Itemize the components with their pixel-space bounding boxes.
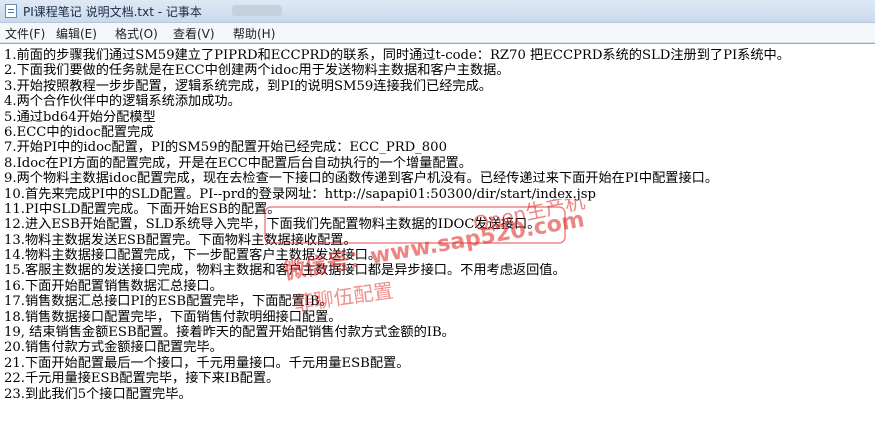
menu-bar: 文件(F) 编辑(E) 格式(O) 查看(V) 帮助(H) (0, 23, 875, 43)
text-line: 19, 结束销售金额ESB配置。接着昨天的配置开始配销售付款方式金额的IB。 (4, 325, 455, 341)
menu-file[interactable]: 文件(F) (5, 25, 45, 42)
text-line: 18.销售数据接口配置完毕，下面销售付款明细接口配置。 (4, 309, 342, 325)
text-line: 17.销售数据汇总接口PI的ESB配置完毕，下面配置IB。 (4, 294, 333, 310)
menu-format[interactable]: 格式(O) (115, 25, 158, 42)
text-line: 11.PI中SLD配置完成。下面开始ESB的配置。 (4, 201, 281, 217)
text-line: 8.Idoc在PI方面的配置完成，开是在ECC中配置后台自动执行的一个增量配置。 (4, 155, 472, 171)
text-line: 3.开始按照教程一步步配置，逻辑系统完成，到PI的说明SM59连接我们已经完成。 (4, 78, 492, 94)
text-line: 5.通过bd64开始分配模型 (4, 109, 156, 125)
text-line: 14.物料主数据接口配置完成，下一步配置客户主数据发送接口。 (4, 248, 382, 264)
text-line: 20.销售付款方式金额接口配置完毕。 (4, 340, 223, 356)
text-line: 16.下面开始配置销售数据汇总接口。 (4, 278, 223, 294)
text-line: 1.前面的步骤我们通过SM59建立了PIPRD和ECCPRD的联系，同时通过t-… (4, 48, 790, 63)
menu-view[interactable]: 查看(V) (173, 25, 215, 42)
text-line: 6.ECC中的idoc配置完成 (4, 124, 154, 140)
text-line: 21.下面开始配置最后一个接口，千元用量接口。千元用量ESB配置。 (4, 355, 410, 371)
title-bar: PI课程笔记 说明文档.txt - 记事本 (0, 0, 875, 23)
menu-help[interactable]: 帮助(H) (233, 25, 275, 42)
text-line: 9.两个物料主数据idoc配置完成，现在去检查一下接口的函数传递到客户机没有。已… (4, 171, 719, 187)
text-line: 12.进入ESB开始配置，SLD系统导入完毕，下面我们先配置物料主数据的IDOC… (4, 217, 541, 233)
menu-edit[interactable]: 编辑(E) (56, 25, 97, 42)
text-line: 10.首先来完成PI中的SLD配置。PI--prd的登录网址：http://sa… (4, 186, 596, 202)
text-line: 15.客服主数据的发送接口完成，物料主数据和客户主数据接口都是异步接口。不用考虑… (4, 263, 566, 279)
notepad-icon (5, 4, 17, 18)
title-blur-region (232, 5, 282, 16)
text-line: 13.物料主数据发送ESB配置完。下面物料主数据接收配置。 (4, 232, 357, 248)
text-line: 23.到此我们5个接口配置完毕。 (4, 386, 192, 402)
window-title: PI课程笔记 说明文档.txt - 记事本 (23, 5, 202, 19)
text-line: 4.两个合作伙伴中的逻辑系统添加成功。 (4, 94, 241, 110)
text-line: 2.下面我们要做的任务就是在ECC中创建两个idoc用于发送物料主数据和客户主数… (4, 63, 510, 79)
text-line: 7.开始PI中的idoc配置，PI的SM59的配置开始已经完成：ECC_PRD_… (4, 140, 447, 156)
text-line: 22.千元用量接ESB配置完毕，接下来IB配置。 (4, 371, 280, 387)
document-text: 1.前面的步骤我们通过SM59建立了PIPRD和ECCPRD的联系，同时通过t-… (4, 48, 872, 402)
text-editor[interactable]: 1.前面的步骤我们通过SM59建立了PIPRD和ECCPRD的联系，同时通过t-… (0, 43, 875, 443)
